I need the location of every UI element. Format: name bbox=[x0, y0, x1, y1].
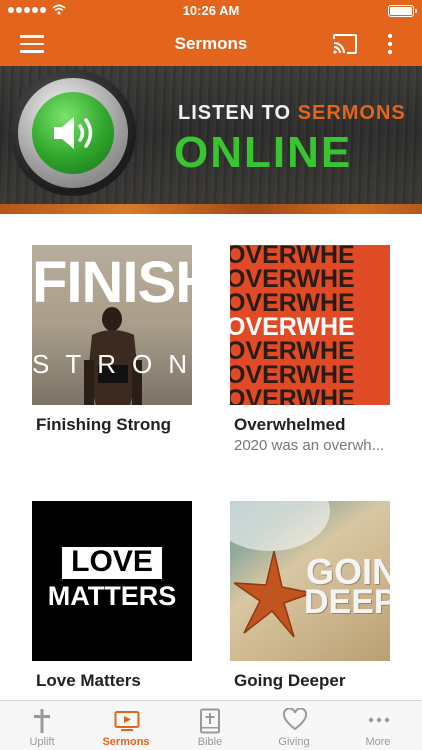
bottom-tab-bar: Uplift Sermons Bible Giving More bbox=[0, 700, 422, 750]
page-title: Sermons bbox=[174, 34, 248, 53]
battery-icon bbox=[388, 5, 417, 17]
bible-icon bbox=[200, 708, 220, 734]
series-artwork: GOIN DEEPE bbox=[230, 501, 390, 661]
series-artwork: LOVE MATTERS bbox=[32, 501, 192, 661]
starfish-icon bbox=[234, 550, 314, 638]
tab-label: Giving bbox=[278, 736, 310, 748]
series-artwork: OVERWHE OVERWHE OVERWHE OVERWHE OVERWHE … bbox=[230, 245, 390, 405]
sermon-series-grid: FINISH STRON Finishing Strong OVERWHE OV… bbox=[0, 214, 422, 700]
series-card-going-deeper[interactable]: GOIN DEEPE Going Deeper bbox=[230, 501, 390, 691]
status-time: 10:26 AM bbox=[182, 3, 240, 18]
tab-label: Uplift bbox=[29, 736, 55, 748]
tv-play-icon bbox=[114, 711, 140, 731]
speaker-icon bbox=[54, 117, 93, 149]
banner-heading: LISTEN TO SERMONS bbox=[178, 102, 406, 124]
series-card-love-matters[interactable]: LOVE MATTERS Love Matters bbox=[32, 501, 192, 691]
heart-icon bbox=[282, 708, 308, 731]
app-root: 10:26 AM Sermons LISTEN TO SERMONS ONLIN… bbox=[0, 0, 422, 750]
tab-bible[interactable]: Bible bbox=[168, 701, 252, 750]
series-title: Overwhelmed bbox=[234, 415, 346, 434]
header-bar: Sermons bbox=[0, 22, 422, 66]
tab-label: Bible bbox=[197, 736, 223, 748]
tab-uplift[interactable]: Uplift bbox=[0, 701, 84, 750]
series-title: Going Deeper bbox=[234, 671, 346, 690]
more-horizontal-icon bbox=[368, 717, 390, 723]
tab-label: Sermons bbox=[102, 736, 150, 748]
series-title: Love Matters bbox=[36, 671, 141, 690]
series-subtitle: 2020 was an overwh... bbox=[234, 437, 385, 454]
banner-subheading: ONLINE bbox=[174, 128, 353, 177]
tab-label: More bbox=[365, 736, 391, 748]
cast-icon[interactable] bbox=[332, 32, 358, 56]
cross-icon bbox=[34, 709, 50, 733]
tab-giving[interactable]: Giving bbox=[252, 701, 336, 750]
tab-sermons[interactable]: Sermons bbox=[84, 701, 168, 750]
listen-online-banner[interactable]: LISTEN TO SERMONS ONLINE bbox=[0, 66, 422, 214]
series-artwork: FINISH STRON bbox=[32, 245, 192, 405]
series-card-overwhelmed[interactable]: OVERWHE OVERWHE OVERWHE OVERWHE OVERWHE … bbox=[230, 245, 390, 454]
series-card-finishing-strong[interactable]: FINISH STRON Finishing Strong bbox=[32, 245, 192, 435]
series-title: Finishing Strong bbox=[36, 415, 172, 434]
status-bar: 10:26 AM bbox=[0, 0, 422, 22]
speaker-button-graphic bbox=[10, 70, 136, 196]
more-vertical-icon[interactable] bbox=[380, 32, 400, 56]
tab-more[interactable]: More bbox=[336, 701, 420, 750]
